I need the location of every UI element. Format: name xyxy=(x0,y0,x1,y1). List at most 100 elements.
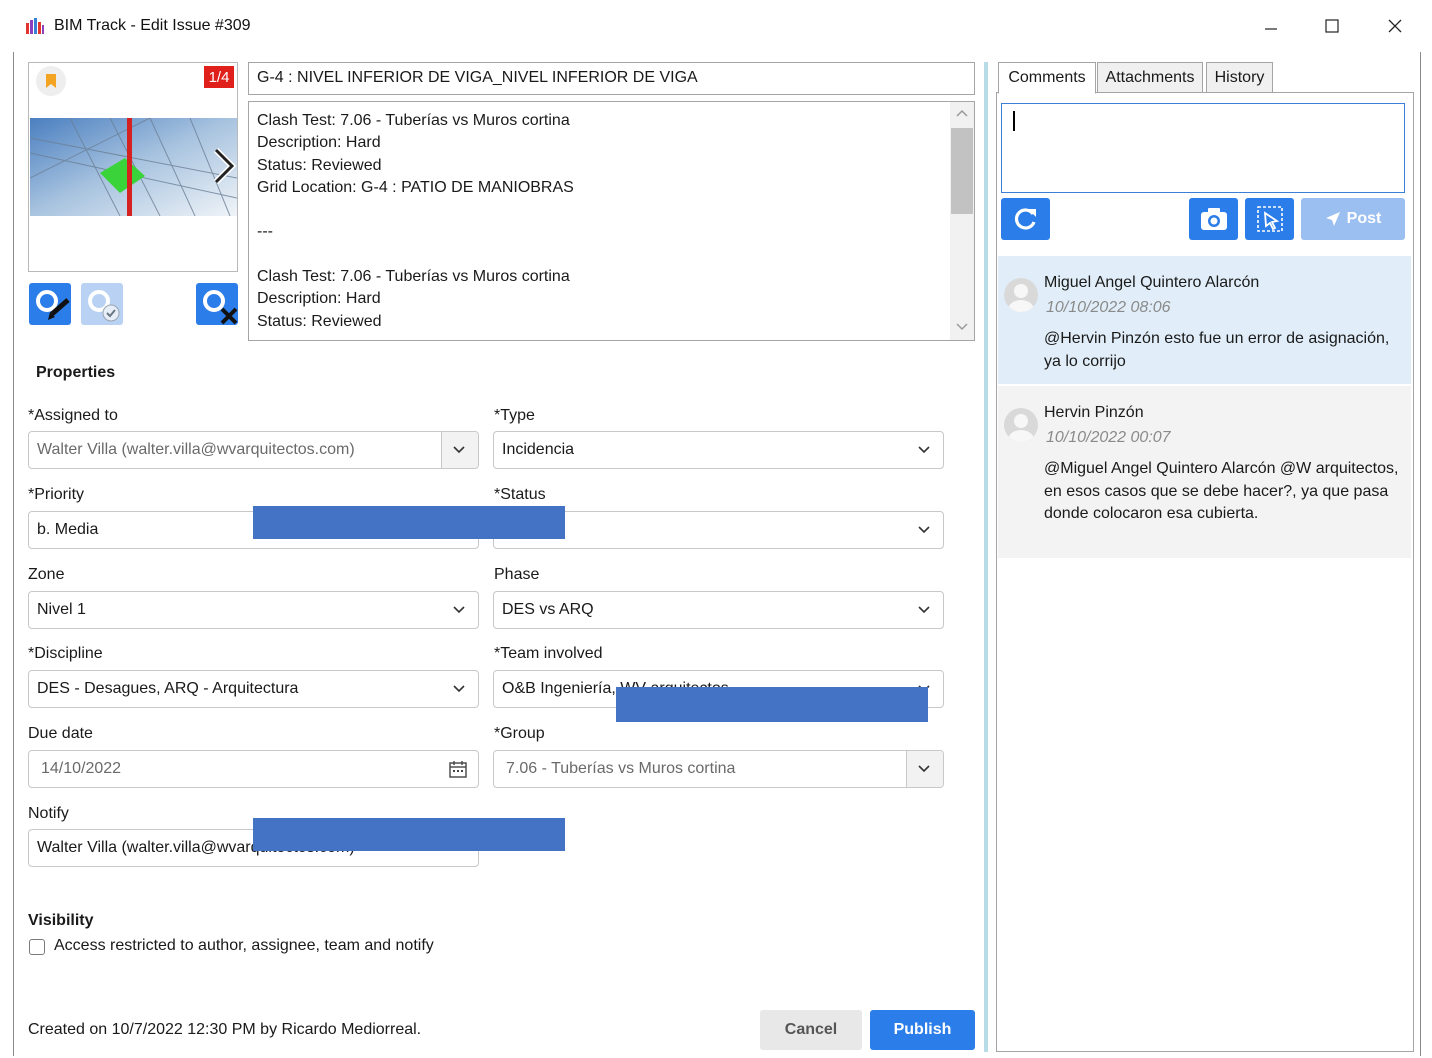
title-bar: BIM Track - Edit Issue #309 xyxy=(0,0,1432,52)
chevron-down-icon xyxy=(918,526,930,534)
refresh-comments-button[interactable] xyxy=(1001,198,1050,240)
type-label: *Type xyxy=(494,407,535,424)
publish-button[interactable]: Publish xyxy=(870,1010,975,1050)
tab-comments[interactable]: Comments xyxy=(998,62,1096,94)
select-area-button[interactable] xyxy=(1245,198,1294,240)
redaction-box xyxy=(253,506,565,539)
description-line: Clash Test: 7.06 - Tuberías vs Muros cor… xyxy=(257,268,570,286)
window-title: BIM Track - Edit Issue #309 xyxy=(54,17,251,34)
post-label: Post xyxy=(1346,210,1382,227)
zone-label: Zone xyxy=(28,566,65,583)
issue-description-textarea[interactable]: Clash Test: 7.06 - Tuberías vs Muros cor… xyxy=(248,101,975,341)
comment-author: Hervin Pinzón xyxy=(1044,404,1144,421)
scroll-down-icon[interactable] xyxy=(955,322,969,332)
bookmark-icon xyxy=(46,74,56,88)
type-dropdown[interactable]: Incidencia xyxy=(493,431,944,469)
refresh-icon xyxy=(1014,208,1036,230)
user-avatar-icon xyxy=(1008,284,1034,312)
text-caret xyxy=(1013,111,1015,131)
issue-title-input[interactable]: G-4 : NIVEL INFERIOR DE VIGA_NIVEL INFER… xyxy=(248,62,975,95)
send-icon xyxy=(1325,212,1340,226)
type-value: Incidencia xyxy=(502,441,575,458)
group-label: *Group xyxy=(494,725,545,742)
group-value: 7.06 - Tuberías vs Muros cortina xyxy=(506,760,736,777)
description-line: Description: Hard xyxy=(257,134,381,152)
phase-dropdown[interactable]: DES vs ARQ xyxy=(493,591,944,629)
avatar xyxy=(1004,278,1038,312)
status-label: *Status xyxy=(494,486,546,503)
confirm-viewpoint-button[interactable] xyxy=(80,282,124,326)
maximize-button[interactable] xyxy=(1309,10,1355,42)
notify-label: Notify xyxy=(28,805,69,822)
discipline-value: DES - Desagues, ARQ - Arquitectura xyxy=(37,680,299,697)
discipline-dropdown[interactable]: DES - Desagues, ARQ - Arquitectura xyxy=(28,670,479,708)
restricted-access-label[interactable]: Access restricted to author, assignee, t… xyxy=(54,937,434,955)
camera-delete-icon xyxy=(196,283,238,325)
zone-dropdown[interactable]: Nivel 1 xyxy=(28,591,479,629)
comment-input[interactable] xyxy=(1001,103,1405,193)
close-button[interactable] xyxy=(1372,10,1418,42)
panel-splitter[interactable] xyxy=(984,62,988,1052)
delete-viewpoint-button[interactable] xyxy=(195,282,239,326)
description-line xyxy=(257,244,942,266)
camera-check-icon xyxy=(81,283,123,325)
bookmark-button[interactable] xyxy=(36,66,66,96)
tab-attachments[interactable]: Attachments xyxy=(1097,62,1203,93)
chevron-down-icon xyxy=(453,446,465,454)
created-info: Created on 10/7/2022 12:30 PM by Ricardo… xyxy=(28,1021,422,1038)
assigned-to-value: Walter Villa (walter.villa@wvarquitectos… xyxy=(37,441,355,458)
scroll-up-icon[interactable] xyxy=(955,108,969,118)
redaction-box xyxy=(616,687,928,722)
phase-label: Phase xyxy=(494,566,540,583)
description-line: Status: Reviewed xyxy=(257,312,382,330)
next-viewpoint-icon[interactable] xyxy=(208,146,238,186)
due-date-picker[interactable]: 14/10/2022 xyxy=(28,750,479,788)
comment-item[interactable]: Hervin Pinzón 10/10/2022 00:07 @Miguel A… xyxy=(998,386,1411,558)
comment-text: @Hervin Pinzón esto fue un error de asig… xyxy=(1044,330,1390,370)
chevron-down-icon xyxy=(453,685,465,693)
camera-edit-icon xyxy=(29,283,71,325)
description-line: --- xyxy=(257,223,273,241)
comment-date: 10/10/2022 08:06 xyxy=(1046,299,1171,316)
bimtrack-logo-icon xyxy=(26,18,44,34)
group-dropdown[interactable]: 7.06 - Tuberías vs Muros cortina xyxy=(493,750,944,788)
description-line: Grid Location: G-4 : PATIO DE MANIOBRAS xyxy=(257,178,574,196)
zone-value: Nivel 1 xyxy=(37,601,86,618)
redaction-box xyxy=(253,818,565,851)
due-date-value: 14/10/2022 xyxy=(41,760,122,777)
team-involved-label: *Team involved xyxy=(494,645,603,662)
chevron-down-icon xyxy=(918,606,930,614)
comment-item[interactable]: Miguel Angel Quintero Alarcón 10/10/2022… xyxy=(998,256,1411,384)
tab-history[interactable]: History xyxy=(1206,62,1273,93)
restricted-access-checkbox[interactable] xyxy=(29,939,45,955)
window-border-right xyxy=(1420,52,1421,1056)
calendar-icon[interactable] xyxy=(448,759,468,779)
properties-heading: Properties xyxy=(36,364,116,381)
assigned-to-dropdown[interactable]: Walter Villa (walter.villa@wvarquitectos… xyxy=(28,431,479,469)
camera-icon xyxy=(1200,208,1227,230)
maximize-icon xyxy=(1325,19,1339,33)
close-icon xyxy=(1388,19,1402,33)
window-border-left xyxy=(13,52,14,1056)
selection-cursor-icon xyxy=(1256,206,1283,232)
priority-label: *Priority xyxy=(28,486,85,503)
user-avatar-icon xyxy=(1008,414,1034,442)
viewpoint-counter-badge: 1/4 xyxy=(204,66,234,88)
visibility-heading: Visibility xyxy=(28,912,94,929)
discipline-label: *Discipline xyxy=(28,645,103,662)
post-comment-button[interactable]: Post xyxy=(1301,198,1405,240)
chevron-down-icon xyxy=(453,606,465,614)
minimize-button[interactable] xyxy=(1248,10,1294,42)
description-line xyxy=(257,199,942,221)
description-line: Description: Hard xyxy=(257,290,381,308)
priority-value: b. Media xyxy=(37,521,99,538)
edit-viewpoint-button[interactable] xyxy=(28,282,72,326)
comment-date: 10/10/2022 00:07 xyxy=(1046,429,1171,446)
minimize-icon xyxy=(1265,28,1277,30)
comment-author: Miguel Angel Quintero Alarcón xyxy=(1044,274,1260,291)
description-line: Clash Test: 7.06 - Tuberías vs Muros cor… xyxy=(257,112,570,129)
cancel-button[interactable]: Cancel xyxy=(760,1010,862,1050)
attach-screenshot-button[interactable] xyxy=(1189,198,1238,240)
viewpoint-image[interactable] xyxy=(30,118,237,216)
description-scrollbar-thumb[interactable] xyxy=(951,128,973,214)
